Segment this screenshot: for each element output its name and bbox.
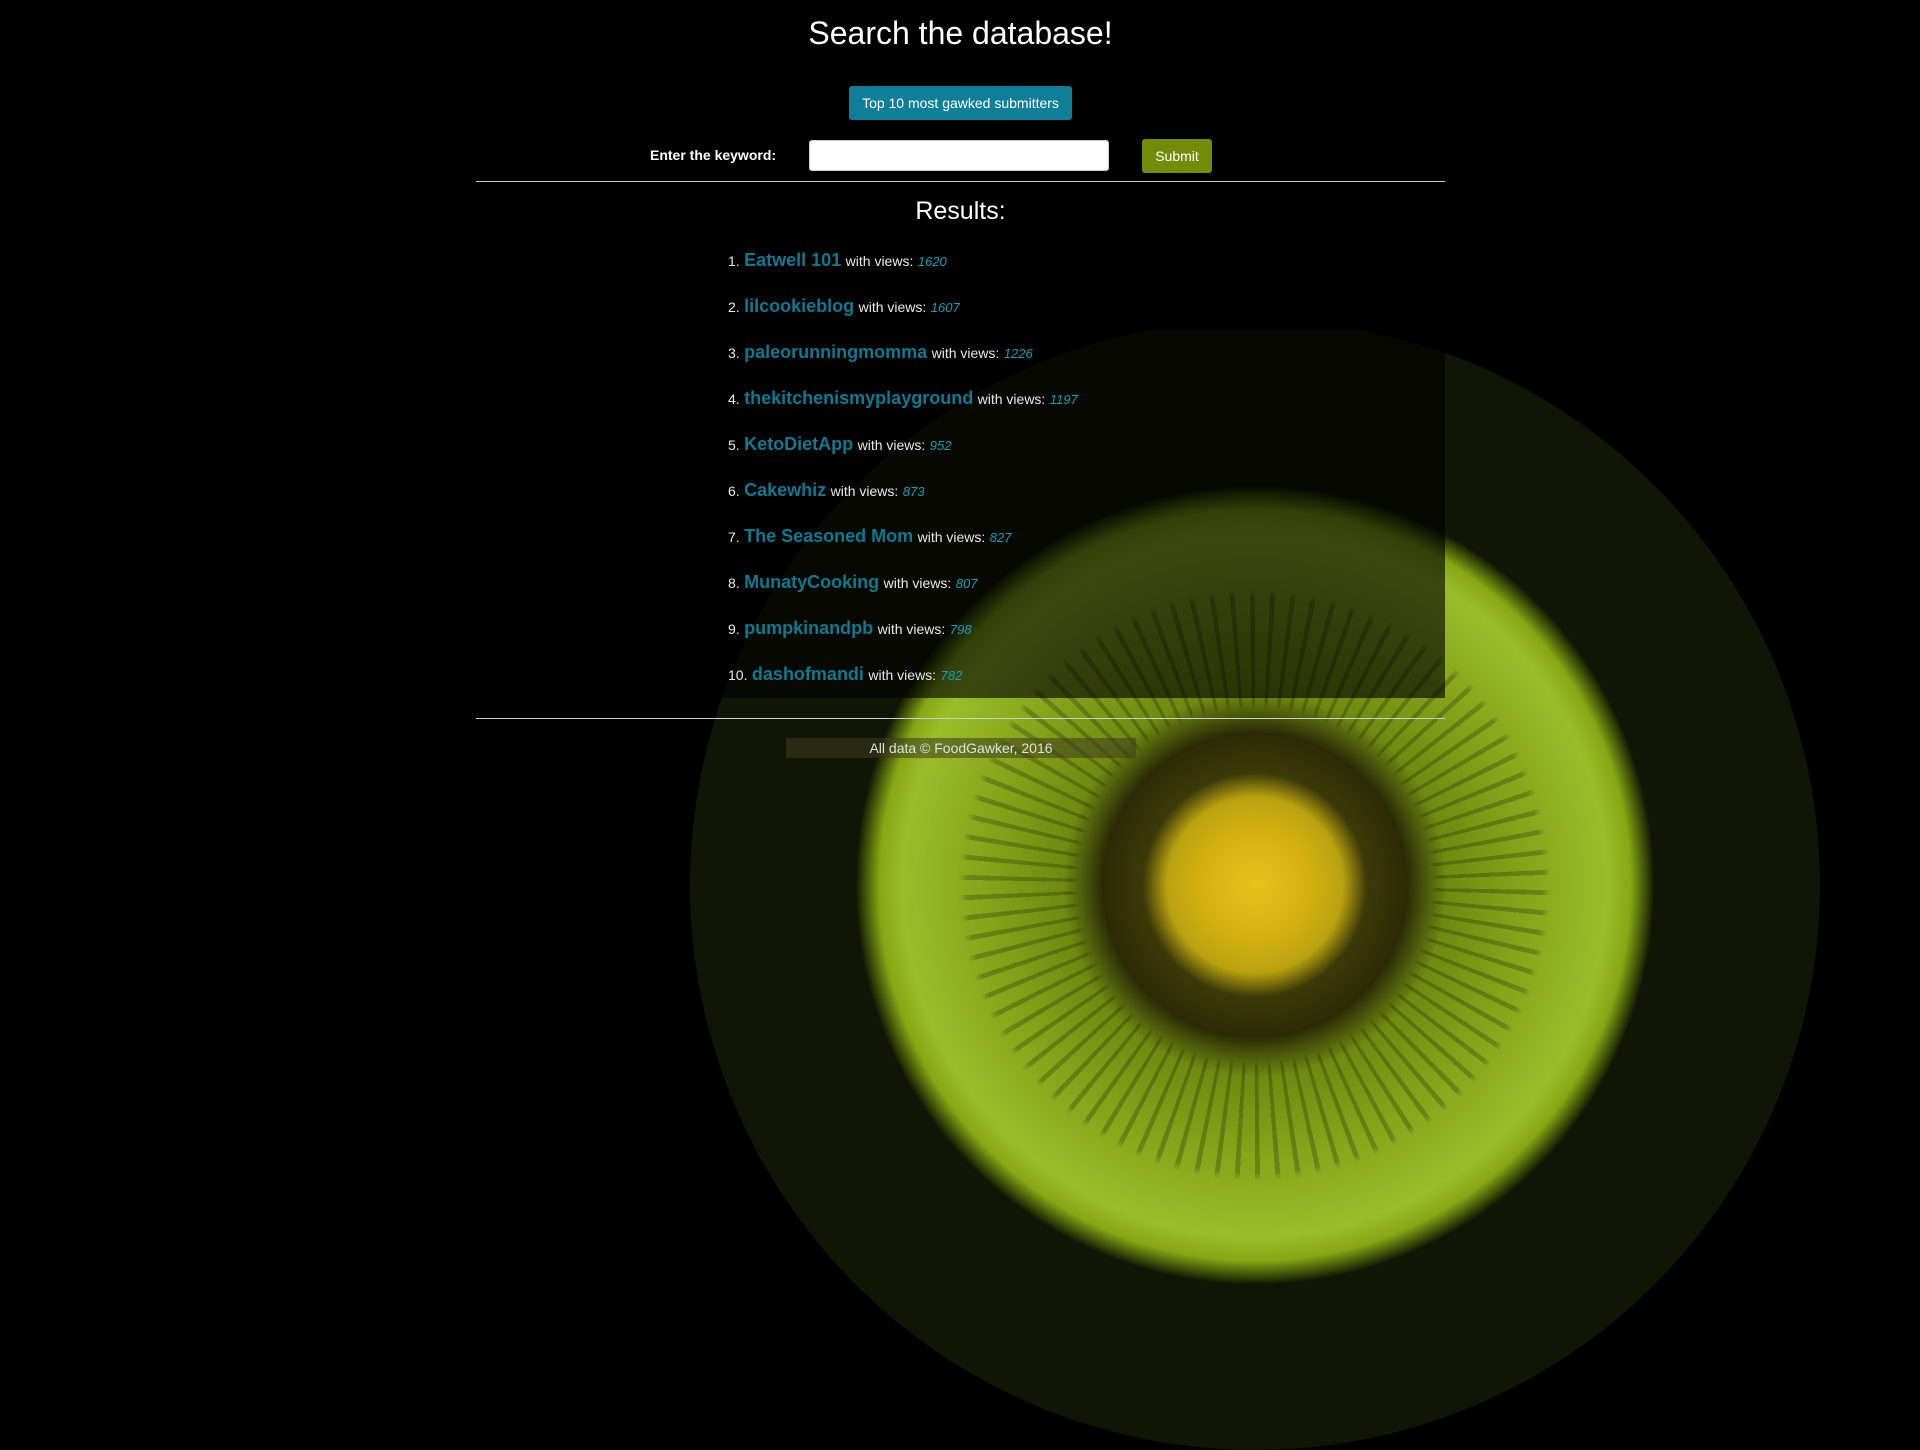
result-rank: 2. [728, 299, 740, 315]
submitter-link[interactable]: Eatwell 101 [744, 250, 841, 270]
footer-copyright: All data © FoodGawker, 2016 [786, 738, 1136, 758]
with-views-label: with views: [845, 253, 914, 269]
submitter-link[interactable]: lilcookieblog [744, 296, 854, 316]
view-count: 782 [940, 668, 963, 683]
submitter-link[interactable]: Cakewhiz [744, 480, 826, 500]
divider-top [476, 181, 1445, 182]
page-title: Search the database! [808, 15, 1113, 51]
view-count: 1607 [930, 300, 960, 315]
search-form: Enter the keyword: Submit [476, 139, 1445, 173]
divider-bottom [476, 718, 1445, 719]
with-views-label: with views: [931, 345, 1000, 361]
result-rank: 10. [728, 667, 748, 683]
view-count: 1620 [917, 254, 947, 269]
result-item: 2. lilcookieblog with views: 1607 [728, 290, 1078, 336]
result-item: 7. The Seasoned Mom with views: 827 [728, 520, 1078, 566]
view-count: 827 [989, 530, 1012, 545]
main-content: Search the database! Top 10 most gawked … [476, 0, 1445, 758]
top-button-container: Top 10 most gawked submitters [476, 86, 1445, 120]
result-item: 8. MunatyCooking with views: 807 [728, 566, 1078, 612]
submitter-link[interactable]: KetoDietApp [744, 434, 853, 454]
with-views-label: with views: [877, 621, 946, 637]
result-item: 9. pumpkinandpb with views: 798 [728, 612, 1078, 658]
view-count: 952 [929, 438, 952, 453]
result-item: 4. thekitchenismyplayground with views: … [728, 382, 1078, 428]
result-rank: 6. [728, 483, 740, 499]
result-item: 1. Eatwell 101 with views: 1620 [728, 244, 1078, 290]
view-count: 1197 [1049, 392, 1078, 407]
with-views-label: with views: [917, 529, 986, 545]
with-views-label: with views: [858, 299, 927, 315]
result-rank: 1. [728, 253, 740, 269]
with-views-label: with views: [857, 437, 926, 453]
submitter-link[interactable]: paleorunningmomma [744, 342, 927, 362]
with-views-label: with views: [868, 667, 937, 683]
submitter-link[interactable]: pumpkinandpb [744, 618, 873, 638]
keyword-label: Enter the keyword: [650, 147, 777, 163]
results-list: 1. Eatwell 101 with views: 1620 2. lilcoo… [728, 244, 1078, 704]
view-count: 873 [902, 484, 925, 499]
result-rank: 8. [728, 575, 740, 591]
result-item: 10. dashofmandi with views: 782 [728, 658, 1078, 704]
result-rank: 3. [728, 345, 740, 361]
result-item: 3. paleorunningmomma with views: 1226 [728, 336, 1078, 382]
with-views-label: with views: [830, 483, 899, 499]
submitter-link[interactable]: The Seasoned Mom [744, 526, 913, 546]
with-views-label: with views: [977, 391, 1046, 407]
result-rank: 9. [728, 621, 740, 637]
view-count: 798 [949, 622, 972, 637]
result-item: 5. KetoDietApp with views: 952 [728, 428, 1078, 474]
submitter-link[interactable]: dashofmandi [752, 664, 864, 684]
with-views-label: with views: [883, 575, 952, 591]
result-item: 6. Cakewhiz with views: 873 [728, 474, 1078, 520]
keyword-input[interactable] [809, 140, 1109, 171]
result-rank: 5. [728, 437, 740, 453]
result-rank: 7. [728, 529, 740, 545]
results-heading: Results: [915, 197, 1006, 225]
result-rank: 4. [728, 391, 740, 407]
submitter-link[interactable]: thekitchenismyplayground [744, 388, 973, 408]
view-count: 807 [955, 576, 978, 591]
submit-button[interactable]: Submit [1142, 139, 1212, 173]
submitter-link[interactable]: MunatyCooking [744, 572, 879, 592]
view-count: 1226 [1003, 346, 1033, 361]
top-submitters-button[interactable]: Top 10 most gawked submitters [849, 86, 1072, 120]
